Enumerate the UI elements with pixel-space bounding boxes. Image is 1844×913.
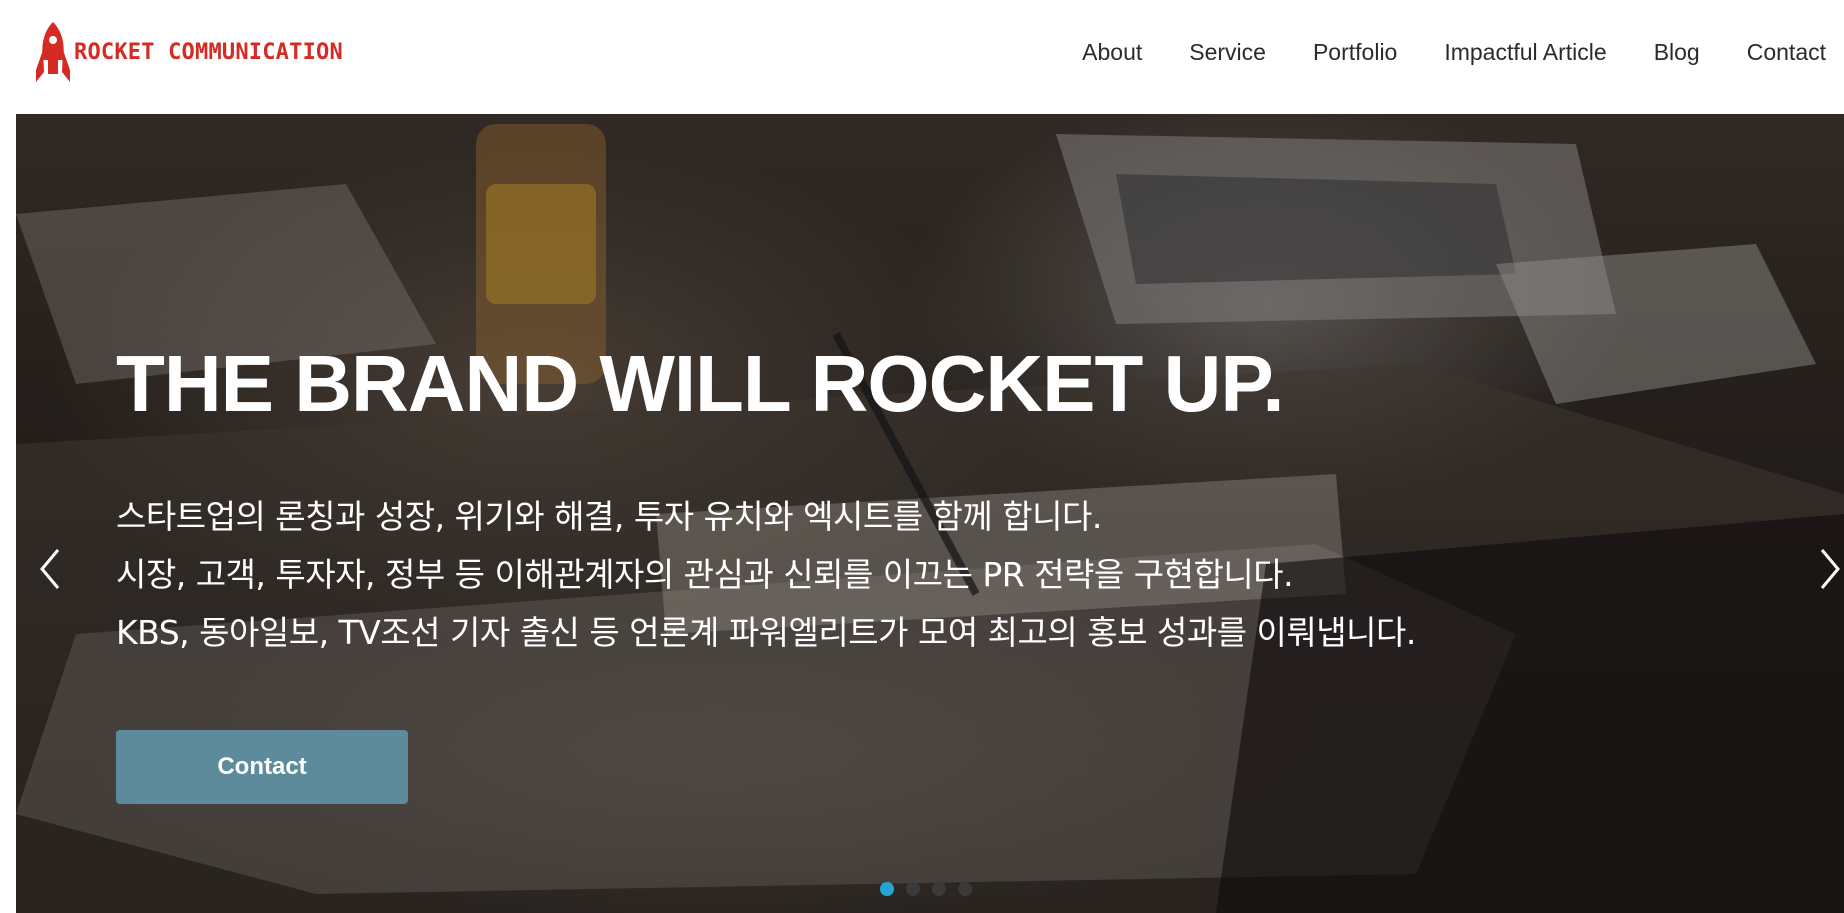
- carousel-dot-1[interactable]: [880, 882, 894, 896]
- rocket-icon: [36, 22, 70, 82]
- nav-item-impactful-article[interactable]: Impactful Article: [1444, 34, 1606, 70]
- nav-item-about[interactable]: About: [1082, 34, 1142, 70]
- nav-item-blog[interactable]: Blog: [1654, 34, 1700, 70]
- carousel-dot-4[interactable]: [958, 882, 972, 896]
- carousel-next-button[interactable]: [1814, 546, 1844, 592]
- carousel-dot-2[interactable]: [906, 882, 920, 896]
- nav-item-contact[interactable]: Contact: [1747, 34, 1826, 70]
- site-header: ROCKET COMMUNICATION About Service Portf…: [0, 0, 1844, 114]
- carousel-dot-3[interactable]: [932, 882, 946, 896]
- hero-carousel: THE BRAND WILL ROCKET UP. 스타트업의 론칭과 성장, …: [16, 114, 1844, 913]
- main-nav: About Service Portfolio Impactful Articl…: [1082, 34, 1826, 70]
- hero-headline: THE BRAND WILL ROCKET UP.: [116, 339, 1285, 428]
- contact-button[interactable]: Contact: [116, 730, 408, 804]
- brand-name: ROCKET COMMUNICATION: [74, 40, 343, 65]
- carousel-prev-button[interactable]: [36, 546, 66, 592]
- hero-description-line: KBS, 동아일보, TV조선 기자 출신 등 언론계 파워엘리트가 모여 최고…: [116, 613, 1416, 652]
- nav-item-portfolio[interactable]: Portfolio: [1313, 34, 1397, 70]
- chevron-left-icon: [40, 549, 60, 589]
- chevron-right-icon: [1820, 549, 1840, 589]
- hero-description-line: 시장, 고객, 투자자, 정부 등 이해관계자의 관심과 신뢰를 이끄는 PR …: [116, 555, 1294, 594]
- brand-logo[interactable]: ROCKET COMMUNICATION: [36, 18, 343, 88]
- hero-description: 스타트업의 론칭과 성장, 위기와 해결, 투자 유치와 엑시트를 함께 합니다…: [116, 488, 1416, 662]
- nav-item-service[interactable]: Service: [1189, 34, 1266, 70]
- carousel-indicators: [880, 882, 984, 896]
- hero-description-line: 스타트업의 론칭과 성장, 위기와 해결, 투자 유치와 엑시트를 함께 합니다…: [116, 497, 1102, 536]
